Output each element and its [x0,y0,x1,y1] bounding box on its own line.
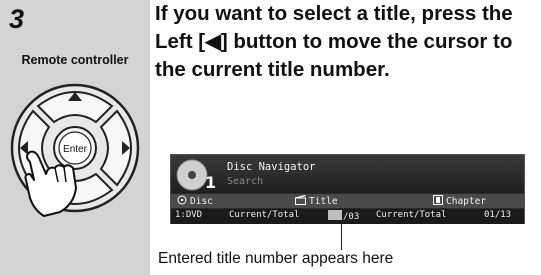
instruction-text: If you want to select a title, press the… [155,2,513,81]
disc-badge-number: 1 [205,173,216,192]
title-current-total-label: Current/Total [229,210,300,220]
title-number-field[interactable]: /03 [328,210,359,222]
remote-controller-illustration: Enter [10,83,140,217]
disc-navigator-panel: 1 Disc Navigator Search Disc Title Chapt… [170,154,525,224]
disc-icon: 1 [176,159,216,192]
remote-controller-label: Remote controller [21,53,129,67]
disc-header: Disc [177,195,213,207]
disc-navigator-header [171,155,524,193]
disc-value: 1:DVD [175,210,203,220]
chapter-value: 01/13 [484,210,512,220]
enter-button[interactable]: Enter [53,126,97,170]
clapper-icon [295,195,306,205]
side-panel: 3 Remote controller Enter [0,0,150,275]
film-icon [433,195,443,205]
title-total: /03 [343,212,360,222]
enter-label: Enter [63,144,88,155]
disc-small-icon [177,195,187,205]
title-cursor [328,210,342,220]
osd-header-row: Disc Title Chapter [171,194,524,208]
disc-navigator-subtitle: Search [227,176,264,187]
title-header: Title [295,195,338,207]
chapter-current-total-label: Current/Total [376,210,447,220]
step-number: 3 [9,4,25,34]
callout-caption: Entered title number appears here [158,250,394,267]
osd-value-row: 1:DVD Current/Total /03 Current/Total 01… [171,209,524,224]
disc-navigator-title: Disc Navigator [227,161,316,173]
chapter-header: Chapter [433,195,486,207]
callout-line [341,224,342,250]
